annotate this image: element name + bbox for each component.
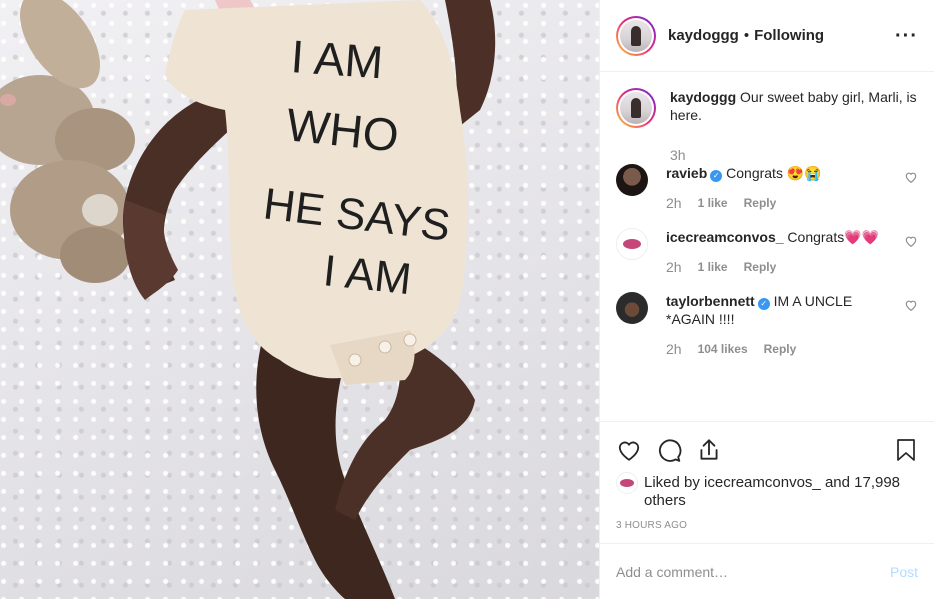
onesie-line-4: I AM (321, 246, 414, 304)
caption-avatar[interactable] (616, 88, 656, 128)
liked-by-prefix: Liked by (644, 474, 700, 491)
like-comment-heart-icon[interactable] (904, 298, 918, 312)
comment-text: Congrats💗💗 (787, 229, 880, 245)
commenter-username[interactable]: ravieb (666, 165, 707, 181)
like-comment-heart-icon[interactable] (904, 234, 918, 248)
liked-by-user[interactable]: icecreamconvos_ (704, 474, 821, 491)
comment-icon[interactable] (656, 437, 682, 463)
caption: kaydoggg Our sweet baby girl, Marli, is … (616, 88, 918, 164)
bookmark-icon[interactable] (894, 437, 918, 463)
reply-button[interactable]: Reply (764, 340, 797, 358)
comments-list: kaydoggg Our sweet baby girl, Marli, is … (600, 72, 934, 422)
caption-username[interactable]: kaydoggg (670, 89, 736, 105)
comment-likes[interactable]: 1 like (698, 258, 728, 276)
post-header: kaydoggg • Following ··· (600, 0, 934, 72)
commenter-username[interactable]: icecreamconvos_ (666, 229, 784, 245)
comment-item: taylorbennett ✓ IM A UNCLE *AGAIN !!!! 2h… (616, 292, 918, 358)
comment-item: ravieb ✓ Congrats 😍😭 2h 1 like Reply (616, 164, 918, 212)
liked-by: Liked by icecreamconvos_ and 17,998 othe… (616, 472, 918, 510)
liked-by-and: and (824, 474, 850, 491)
reply-button[interactable]: Reply (744, 258, 777, 276)
post-timestamp[interactable]: 3 HOURS AGO (616, 520, 918, 531)
instagram-post: I AM WHO HE SAYS I AM kaydoggg • Followi… (0, 0, 934, 599)
heart-icon[interactable] (616, 437, 642, 463)
baby-photo-illustration: I AM WHO HE SAYS I AM (0, 0, 496, 599)
comment-time[interactable]: 2h (666, 258, 682, 276)
more-horizontal-icon[interactable]: ··· (895, 26, 918, 46)
action-icons (616, 430, 918, 470)
author-username[interactable]: kaydoggg (668, 27, 739, 44)
follow-status-button[interactable]: Following (754, 27, 824, 44)
caption-text-block: kaydoggg Our sweet baby girl, Marli, is … (670, 88, 918, 124)
commenter-username[interactable]: taylorbennett (666, 293, 755, 309)
header-separator: • (743, 27, 750, 44)
commenter-avatar[interactable] (616, 164, 648, 196)
comment-time[interactable]: 2h (666, 194, 682, 212)
post-photo[interactable]: I AM WHO HE SAYS I AM (0, 0, 599, 599)
onesie-line-1: I AM (289, 30, 384, 88)
post-actions: Liked by icecreamconvos_ and 17,998 othe… (600, 422, 934, 543)
comment-likes[interactable]: 104 likes (698, 340, 748, 358)
post-comment-button[interactable]: Post (890, 564, 918, 580)
comment-item: icecreamconvos_ Congrats💗💗 2h 1 like Rep… (616, 228, 918, 276)
author-avatar[interactable] (616, 15, 656, 56)
comment-time[interactable]: 2h (666, 340, 682, 358)
commenter-avatar[interactable] (616, 292, 648, 324)
verified-badge-icon: ✓ (710, 170, 723, 182)
plush-bunny (0, 0, 135, 283)
verified-badge-icon: ✓ (757, 298, 770, 310)
header-text: kaydoggg • Following (668, 27, 824, 44)
comment-text: Congrats 😍😭 (726, 165, 822, 181)
add-comment-bar: Post (600, 543, 934, 599)
comment-input[interactable] (616, 563, 890, 580)
caption-time[interactable]: 3h (670, 146, 686, 164)
commenter-avatar[interactable] (616, 228, 648, 260)
like-comment-heart-icon[interactable] (904, 170, 918, 184)
reply-button[interactable]: Reply (744, 194, 777, 212)
post-side-panel: kaydoggg • Following ··· kaydoggg Our sw… (599, 0, 934, 599)
liker-avatar[interactable] (616, 472, 638, 494)
share-icon[interactable] (696, 437, 722, 463)
author-avatar-image (620, 19, 652, 52)
comment-likes[interactable]: 1 like (698, 194, 728, 212)
